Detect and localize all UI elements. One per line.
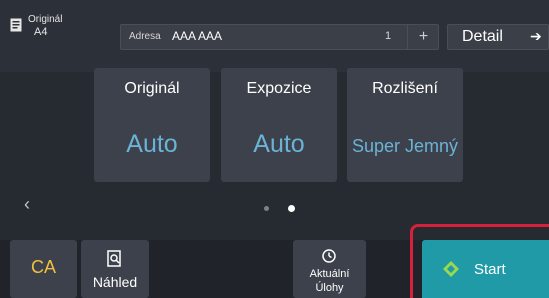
arrow-right-icon: ➔ — [530, 28, 542, 44]
job-status-label: Úlohy — [315, 282, 344, 294]
job-status-label: Aktuální — [309, 268, 350, 280]
original-size: A4 — [34, 26, 48, 38]
clear-all-label: CA — [30, 257, 56, 277]
card-title: Originál — [124, 80, 180, 97]
add-address-button[interactable]: + — [407, 25, 439, 49]
chevron-left-icon[interactable]: ‹ — [24, 194, 30, 215]
address-field[interactable]: Adresa AAA AAA 1 + — [120, 24, 439, 50]
clear-all-button[interactable]: CA — [10, 240, 77, 298]
start-button[interactable]: Start — [422, 240, 549, 298]
start-label: Start — [474, 261, 506, 278]
preview-label: Náhled — [92, 274, 138, 290]
page-indicator-dot[interactable] — [264, 206, 269, 211]
start-diamond-icon — [443, 261, 459, 277]
original-label: Originál — [28, 14, 63, 25]
page-indicator-dot-active[interactable] — [288, 205, 295, 212]
original-setting-card[interactable]: Originál Auto — [94, 68, 210, 182]
document-icon — [10, 18, 22, 32]
address-label: Adresa — [129, 31, 161, 42]
preview-icon — [107, 250, 121, 267]
job-status-button[interactable]: Aktuální Úlohy — [293, 240, 366, 298]
exposure-setting-card[interactable]: Expozice Auto — [221, 68, 337, 182]
card-value: Auto — [126, 130, 178, 158]
address-value: AAA AAA — [172, 29, 223, 43]
jobs-status-icon — [322, 249, 336, 263]
resolution-setting-card[interactable]: Rozlišení Super Jemný — [347, 68, 463, 182]
detail-button[interactable]: Detail ➔ — [447, 24, 549, 50]
detail-label: Detail — [462, 28, 503, 45]
preview-button[interactable]: Náhled — [81, 240, 149, 298]
top-bar: Originál A4 Adresa AAA AAA 1 + Detail ➔ — [0, 0, 549, 72]
card-value: Auto — [253, 130, 305, 158]
address-count: 1 — [385, 30, 392, 42]
card-value: Super Jemný — [351, 136, 459, 156]
card-title: Expozice — [246, 80, 312, 97]
card-title: Rozlišení — [372, 80, 438, 97]
original-size-indicator[interactable]: Originál A4 — [10, 14, 110, 44]
